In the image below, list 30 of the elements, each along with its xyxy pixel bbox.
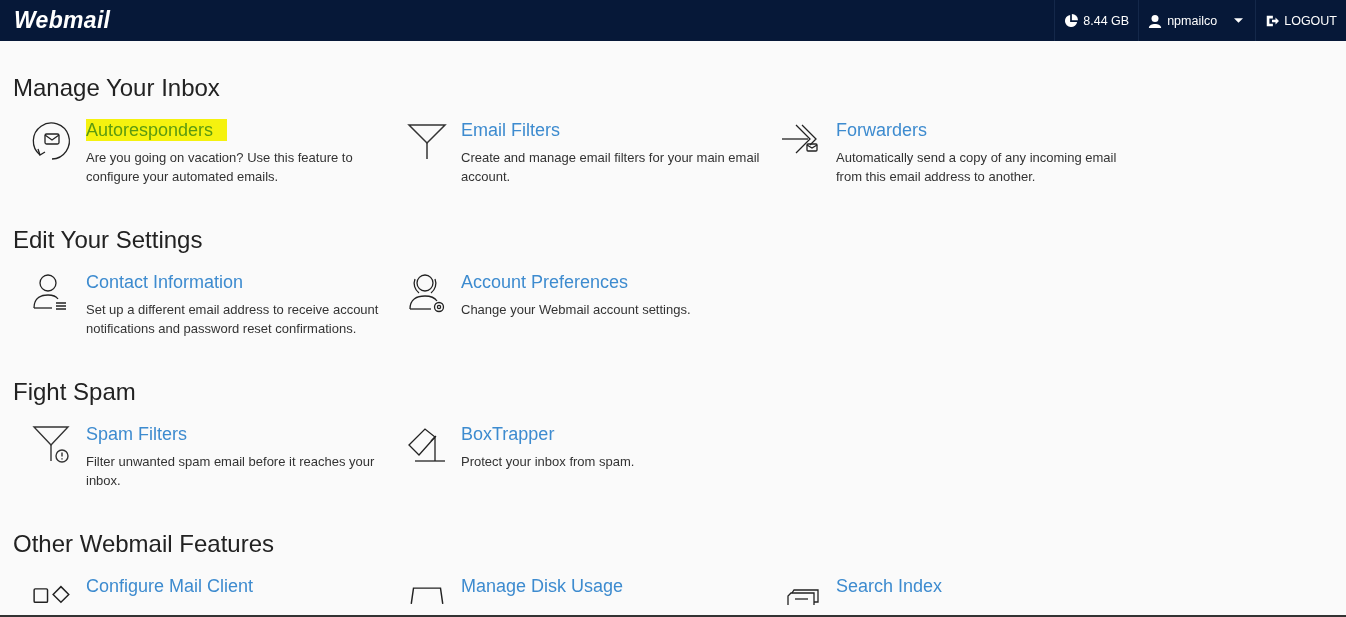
feature-link[interactable]: Spam Filters <box>86 423 188 445</box>
logout-icon <box>1265 13 1280 28</box>
disk-usage-button[interactable]: 8.44 GB <box>1054 0 1139 41</box>
feature-description: Are you going on vacation? Use this feature to configure your automated emails. <box>86 149 354 186</box>
feature-description: Change your Webmail account settings. <box>461 301 692 319</box>
feature-link[interactable]: Forwarders <box>836 119 928 141</box>
feature-link[interactable]: Search Index <box>836 575 943 597</box>
feature-description: Protect your inbox from spam. <box>461 453 636 471</box>
caret-icon <box>1234 18 1244 23</box>
section-heading: Edit Your Settings <box>13 225 204 255</box>
shapes-icon <box>33 585 71 605</box>
feature-description: Create and manage email filters for your main email account. <box>461 149 761 186</box>
webmail-logo[interactable]: Webmail <box>0 7 1055 34</box>
feature-description: Automatically send a copy of any incoming email from this email address to another. <box>836 149 1118 186</box>
feature-description: Set up a different email address to receive account notifications and password reset confirmations. <box>86 301 380 338</box>
user-menu-button[interactable]: npmailco <box>1138 0 1256 41</box>
feature-link[interactable]: Configure Mail Client <box>86 575 254 597</box>
pie-chart-icon <box>1064 13 1079 28</box>
user-icon <box>1148 13 1163 28</box>
logout-button[interactable]: LOGOUT <box>1255 0 1346 41</box>
feature-link[interactable]: Contact Information <box>86 271 244 293</box>
feature-link[interactable]: BoxTrapper <box>461 423 555 445</box>
section-heading: Manage Your Inbox <box>13 73 221 103</box>
section-heading: Other Webmail Features <box>13 529 275 559</box>
feature-link[interactable]: Email Filters <box>461 119 560 141</box>
feature-link[interactable]: Manage Disk Usage <box>461 575 624 597</box>
feature-link[interactable]: Account Preferences <box>461 271 629 293</box>
feature-link[interactable]: Autoresponders <box>86 119 228 141</box>
feature-description: Filter unwanted spam email before it reaches your inbox. <box>86 453 376 490</box>
section-heading: Fight Spam <box>13 377 137 407</box>
